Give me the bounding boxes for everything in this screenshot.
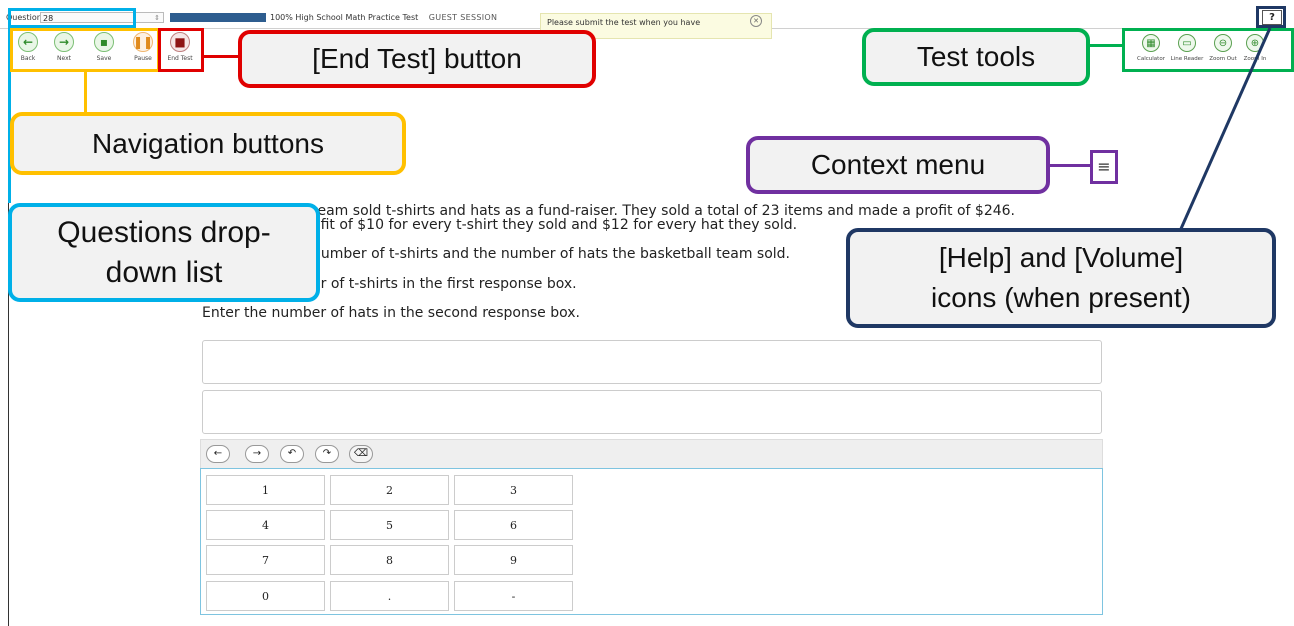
- question-text-line-5: Enter the number of hats in the second r…: [202, 305, 580, 321]
- key-8[interactable]: 8: [330, 545, 449, 575]
- test-tools-connector: [1090, 44, 1124, 47]
- backspace-icon[interactable]: ⌫: [349, 445, 373, 463]
- context-menu-button[interactable]: ≡: [1090, 150, 1118, 184]
- context-menu-callout-text: Context menu: [810, 149, 986, 180]
- test-title: 100% High School Math Practice Test GUES…: [270, 13, 497, 22]
- questions-dropdown-highlight: [8, 8, 136, 28]
- key-decimal[interactable]: .: [330, 581, 449, 611]
- test-tools-callout-text: Test tools: [916, 41, 1036, 72]
- question-text-line-4: er of t-shirts in the first response box…: [312, 276, 577, 292]
- end-test-connector: [204, 55, 240, 58]
- arrow-right-icon[interactable]: →: [245, 445, 269, 463]
- help-volume-callout-line-1: [Help] and [Volume]: [938, 242, 1184, 273]
- test-tools-callout: Test tools: [862, 28, 1090, 86]
- response-box-2[interactable]: [202, 390, 1102, 434]
- help-volume-highlight: [1256, 6, 1286, 28]
- questions-callout-line-1: Questions drop-: [57, 215, 271, 249]
- question-text-line-3: number of t-shirts and the number of hat…: [312, 246, 791, 262]
- key-4[interactable]: 4: [206, 510, 325, 540]
- progress-text: 100% High School Math Practice Test: [270, 13, 419, 22]
- end-test-callout: [End Test] button: [238, 30, 596, 88]
- key-5[interactable]: 5: [330, 510, 449, 540]
- response-box-1[interactable]: [202, 340, 1102, 384]
- arrow-left-icon[interactable]: ←: [206, 445, 230, 463]
- key-minus[interactable]: -: [454, 581, 573, 611]
- key-9[interactable]: 9: [454, 545, 573, 575]
- questions-callout-line-2: down list: [105, 255, 223, 289]
- help-volume-callout-line-2: icons (when present): [931, 282, 1191, 313]
- key-0[interactable]: 0: [206, 581, 325, 611]
- key-3[interactable]: 3: [454, 475, 573, 505]
- close-icon[interactable]: ✕: [750, 15, 762, 27]
- navigation-connector: [84, 72, 87, 114]
- help-volume-callout: [Help] and [Volume] icons (when present): [846, 228, 1276, 328]
- key-6[interactable]: 6: [454, 510, 573, 540]
- navigation-buttons-callout: Navigation buttons: [10, 112, 406, 175]
- progress-bar: [170, 13, 266, 22]
- key-2[interactable]: 2: [330, 475, 449, 505]
- key-1[interactable]: 1: [206, 475, 325, 505]
- chevron-down-icon: ⇕: [154, 14, 160, 22]
- navigation-buttons-highlight: [10, 28, 160, 72]
- navigation-callout-text: Navigation buttons: [92, 127, 324, 159]
- notice-text: Please submit the test when you have: [547, 18, 701, 27]
- end-test-highlight: [158, 28, 204, 72]
- undo-icon[interactable]: ↶: [280, 445, 304, 463]
- key-7[interactable]: 7: [206, 545, 325, 575]
- questions-dropdown-callout: Questions drop- down list: [8, 203, 320, 302]
- end-test-callout-text: [End Test] button: [312, 43, 522, 74]
- question-text-line-2: ofit of $10 for every t-shirt they sold …: [312, 217, 798, 233]
- context-menu-callout: Context menu: [746, 136, 1050, 194]
- help-volume-connector: [1178, 27, 1272, 232]
- context-menu-connector: [1048, 164, 1092, 167]
- redo-icon[interactable]: ↷: [315, 445, 339, 463]
- session-text: GUEST SESSION: [428, 13, 498, 22]
